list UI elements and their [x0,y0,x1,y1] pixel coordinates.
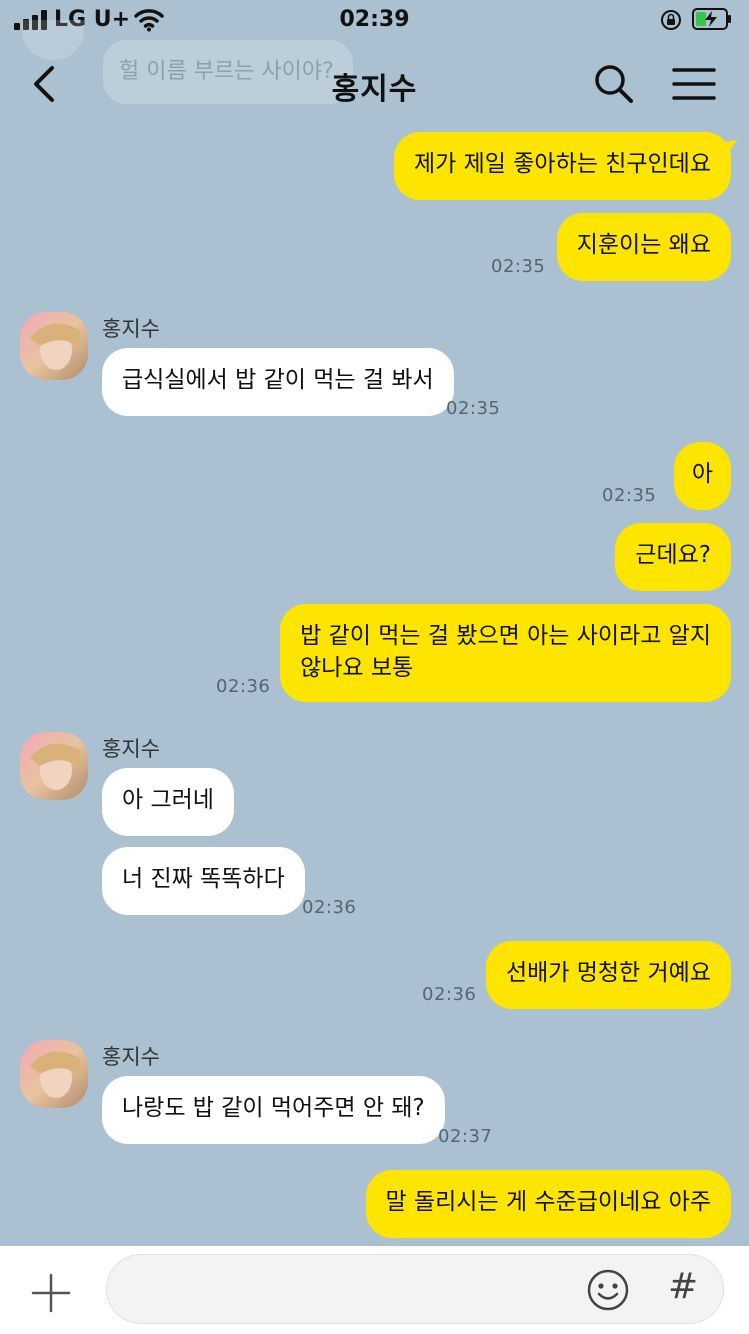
message-text-line-2: 않나요 보통 [300,655,414,681]
rotation-lock-icon [661,10,681,30]
plus-icon[interactable] [30,1272,72,1314]
message-time: 02:37 [438,1126,493,1147]
their-message-bubble[interactable]: 나랑도 밥 같이 먹어주면 안 돼? [102,1076,445,1144]
message-text-line-1: 밥 같이 먹는 걸 봤으면 아는 사이라고 알지 [300,623,711,649]
message-text: 나랑도 밥 같이 먹어주면 안 돼? [122,1095,425,1121]
sender-name: 홍지수 [102,1045,160,1069]
chat-header: 홍지수 [0,42,749,124]
bubble-tail [722,140,737,160]
message-text: 급식실에서 밥 같이 먹는 걸 봐서 [122,367,434,393]
message-time: 02:35 [602,485,657,506]
their-message-bubble[interactable]: 아 그러네 [102,768,234,836]
message-text: 제가 제일 좋아하는 친구인데요 [413,151,711,177]
hashtag-icon[interactable]: # [668,1266,698,1307]
sender-name: 홍지수 [102,737,160,761]
sender-name: 홍지수 [102,317,160,341]
status-time: 02:39 [339,7,410,32]
my-message-bubble[interactable]: 근데요? [615,523,731,591]
message-text: 아 [691,461,713,487]
avatar[interactable] [20,312,88,380]
avatar[interactable] [20,732,88,800]
my-message-bubble[interactable]: 선배가 멍청한 거예요 [485,941,731,1009]
status-bar: LG U+ 02:39 [0,0,749,42]
message-text: 너 진짜 똑똑하다 [122,866,285,892]
my-message-bubble[interactable]: 제가 제일 좋아하는 친구인데요 [393,132,731,200]
message-time: 02:35 [491,256,546,277]
avatar[interactable] [20,1040,88,1108]
message-text: 말 돌리시는 게 수준급이네요 아주 [385,1189,711,1215]
message-time: 02:35 [446,398,501,419]
battery-icon [692,8,731,30]
menu-icon[interactable] [672,66,716,102]
chat-title: 홍지수 [331,72,418,107]
their-message-bubble[interactable]: 급식실에서 밥 같이 먹는 걸 봐서 [102,348,454,416]
message-input-bar: # [0,1246,749,1334]
message-time: 02:36 [302,897,357,918]
message-text: 지훈이는 왜요 [576,232,711,258]
search-icon[interactable] [592,62,636,106]
message-time: 02:36 [422,984,477,1005]
message-time: 02:36 [216,676,271,697]
emoji-icon[interactable] [586,1268,630,1312]
my-message-bubble[interactable]: 지훈이는 왜요 [556,213,731,281]
message-text: 근데요? [635,542,711,568]
my-message-bubble[interactable]: 밥 같이 먹는 걸 봤으면 아는 사이라고 알지 않나요 보통 [280,604,731,702]
my-message-bubble[interactable]: 말 돌리시는 게 수준급이네요 아주 [365,1170,731,1238]
their-message-bubble[interactable]: 너 진짜 똑똑하다 [102,847,305,915]
message-text: 선배가 멍청한 거예요 [505,960,711,986]
my-message-bubble[interactable]: 아 [673,442,731,510]
message-input[interactable] [106,1254,724,1324]
message-text: 아 그러네 [122,787,214,813]
